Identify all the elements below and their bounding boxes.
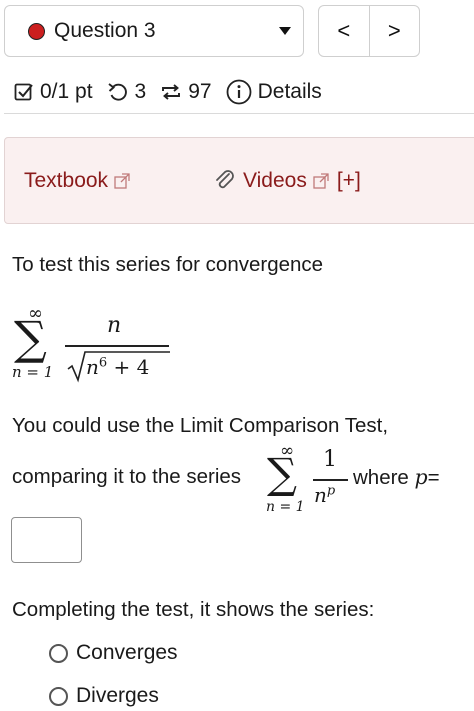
retries-text: 3: [134, 80, 147, 103]
retries-stat: 3: [107, 80, 147, 104]
option-converges[interactable]: Converges: [49, 641, 178, 665]
question-label: Question 3: [54, 19, 156, 42]
completing-text: Completing the test, it shows the series…: [12, 598, 375, 621]
videos-label: Videos: [243, 169, 307, 192]
details-label: Details: [257, 80, 322, 103]
where-label: where: [353, 466, 409, 489]
score-stat: 0/1 pt: [14, 80, 93, 104]
textbook-label: Textbook: [24, 169, 109, 192]
radicand: n6 + 4: [86, 355, 149, 379]
question-nav: < >: [318, 5, 420, 57]
option-diverges[interactable]: Diverges: [49, 684, 159, 708]
limit-test-text: You could use the Limit Comparison Test,: [12, 414, 389, 437]
chevron-left-icon: <: [337, 18, 351, 43]
compare-text: comparing it to the series: [12, 465, 242, 488]
cmp-den-exponent: p: [326, 483, 336, 499]
submissions-stat: 97: [160, 80, 212, 104]
question-page: Question 3 < > 0/1 pt 3 97 Details Textb…: [0, 0, 474, 711]
submissions-text: 97: [188, 80, 212, 103]
problem-intro: To test this series for convergence: [12, 253, 324, 276]
question-selector[interactable]: Question 3: [4, 5, 304, 57]
radicand-exponent: 6: [98, 355, 108, 371]
undo-icon: [107, 83, 127, 101]
where-equals: =: [427, 466, 440, 489]
option-diverges-label: Diverges: [76, 684, 159, 707]
radio-converges[interactable]: [49, 643, 68, 663]
radio-diverges[interactable]: [49, 686, 68, 706]
where-text: where p=: [353, 465, 440, 490]
radicand-base: n: [86, 355, 99, 379]
divider: [4, 113, 474, 114]
status-dot: [28, 22, 45, 40]
sum-lower-limit: n = 1: [12, 363, 54, 381]
fraction-bar: [65, 345, 169, 347]
next-question-button[interactable]: >: [368, 6, 420, 56]
score-text: 0/1 pt: [40, 80, 93, 103]
cmp-den-base: n: [314, 483, 327, 507]
external-link-icon: [313, 173, 329, 189]
cmp-fraction-bar: [313, 479, 348, 481]
p-answer-input[interactable]: [11, 517, 82, 563]
cmp-denominator: np: [314, 483, 335, 507]
previous-question-button[interactable]: <: [319, 6, 369, 56]
textbook-link[interactable]: Textbook: [24, 169, 130, 193]
cmp-numerator: 1: [323, 447, 337, 472]
where-variable: p: [414, 465, 428, 489]
chevron-down-icon: [279, 27, 291, 35]
videos-link[interactable]: Videos [+]: [213, 169, 361, 193]
resources-panel: Textbook Videos [+]: [4, 137, 474, 224]
repeat-icon: [162, 84, 181, 100]
cmp-lower-limit: n = 1: [266, 499, 305, 515]
external-link-icon: [114, 173, 130, 189]
cmp-sum-symbol: ∑: [267, 449, 297, 498]
radicand-rest: + 4: [107, 355, 150, 379]
sum-symbol: ∑: [14, 311, 47, 365]
series-expression: ∞ ∑ n = 1 n n6 + 4: [8, 303, 178, 385]
numerator: n: [107, 313, 122, 338]
question-stats: 0/1 pt 3 97 Details: [14, 78, 336, 106]
chevron-right-icon: >: [387, 18, 401, 43]
option-converges-label: Converges: [76, 641, 178, 664]
expand-videos-button[interactable]: [+]: [337, 169, 361, 193]
paperclip-icon: [216, 170, 234, 189]
details-toggle[interactable]: Details: [226, 79, 322, 105]
checkbox-icon: [14, 83, 33, 101]
info-icon: [226, 79, 251, 105]
